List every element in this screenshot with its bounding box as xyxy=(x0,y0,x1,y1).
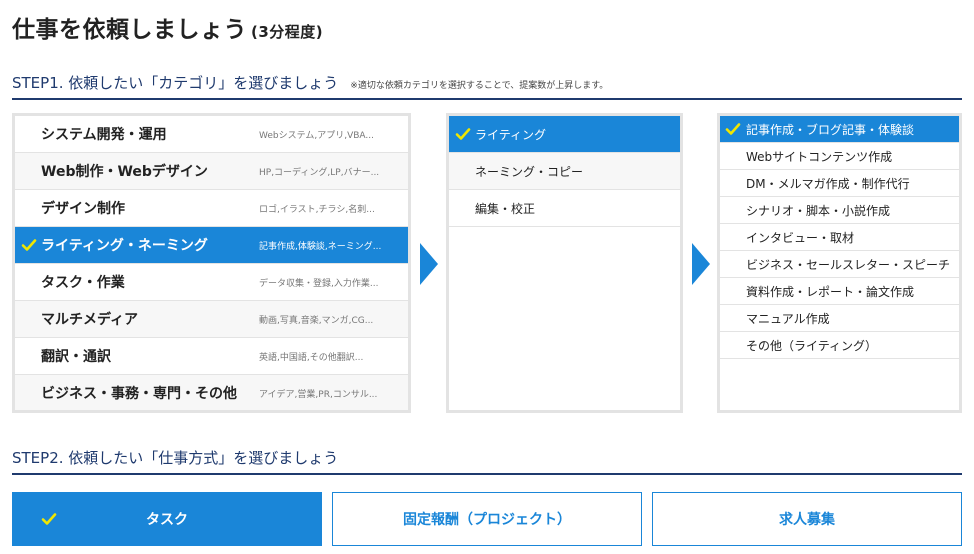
step1-label: STEP1. 依頼したい「カテゴリ」を選びましょう xyxy=(12,74,339,92)
category-name: マルチメディア xyxy=(41,312,139,328)
check-icon xyxy=(725,121,741,137)
subsubcategory-name: その他（ライティング） xyxy=(746,338,878,353)
method-label: 求人募集 xyxy=(779,512,835,528)
method-label: 固定報酬（プロジェクト） xyxy=(403,512,571,528)
category-name: 翻訳・通訳 xyxy=(41,349,111,365)
subcategory-panel: ライティング ネーミング・コピー 編集・校正 xyxy=(446,113,683,413)
subsubcategory-name: 記事作成・ブログ記事・体験談 xyxy=(746,122,915,137)
category-desc: Webシステム,アプリ,VBA... xyxy=(259,130,374,141)
subsubcategory-name: 資料作成・レポート・論文作成 xyxy=(746,284,915,299)
subsubcategory-name: ビジネス・セールスレター・スピーチ xyxy=(746,257,951,272)
subsubcategory-item[interactable]: その他（ライティング） xyxy=(720,332,959,359)
subcategory-name: ネーミング・コピー xyxy=(475,164,584,179)
category-desc: ロゴ,イラスト,チラシ,名刺... xyxy=(259,204,375,215)
category-name: ビジネス・事務・専門・その他 xyxy=(41,386,237,402)
subsubcategory-item[interactable]: インタビュー・取材 xyxy=(720,224,959,251)
subsubcategory-item[interactable]: マニュアル作成 xyxy=(720,305,959,332)
check-icon xyxy=(455,126,471,142)
subsubcategory-item[interactable]: シナリオ・脚本・小説作成 xyxy=(720,197,959,224)
category-item[interactable]: マルチメディア 動画,写真,音楽,マンガ,CG... xyxy=(15,301,408,338)
subcategory-item[interactable]: ライティング xyxy=(449,116,680,153)
method-task-button[interactable]: タスク xyxy=(12,492,322,546)
subsubcategory-item[interactable]: Webサイトコンテンツ作成 xyxy=(720,143,959,170)
subsubcategory-name: DM・メルマガ作成・制作代行 xyxy=(746,176,910,191)
page-title-text: 仕事を依頼しましょう xyxy=(12,17,247,43)
method-fixed-reward-button[interactable]: 固定報酬（プロジェクト） xyxy=(332,492,642,546)
check-icon xyxy=(41,511,57,527)
check-icon xyxy=(21,237,37,253)
page-title: 仕事を依頼しましょう (3分程度) xyxy=(12,10,323,44)
subsubcategory-item[interactable]: 記事作成・ブログ記事・体験談 xyxy=(720,116,959,143)
step1-heading: STEP1. 依頼したい「カテゴリ」を選びましょう ※適切な依頼カテゴリを選択する… xyxy=(12,72,962,100)
category-desc: アイデア,営業,PR,コンサル... xyxy=(259,389,378,400)
arrow-right-icon xyxy=(420,243,438,285)
category-item[interactable]: デザイン制作 ロゴ,イラスト,チラシ,名刺... xyxy=(15,190,408,227)
subcategory-item[interactable]: ネーミング・コピー xyxy=(449,153,680,190)
subsubcategory-name: インタビュー・取材 xyxy=(746,230,855,245)
subsubcategory-item[interactable]: ビジネス・セールスレター・スピーチ xyxy=(720,251,959,278)
step2-label: STEP2. 依頼したい「仕事方式」を選びましょう xyxy=(12,449,339,467)
subsubcategory-name: Webサイトコンテンツ作成 xyxy=(746,149,893,164)
step1-note: ※適切な依頼カテゴリを選択することで、提案数が上昇します。 xyxy=(350,81,609,91)
step2-heading: STEP2. 依頼したい「仕事方式」を選びましょう xyxy=(12,447,962,475)
subcategory-item[interactable]: 編集・校正 xyxy=(449,190,680,227)
category-item[interactable]: Web制作・Webデザイン HP,コーディング,LP,バナー... xyxy=(15,153,408,190)
subcategory-name: 編集・校正 xyxy=(475,201,536,216)
category-name: ライティング・ネーミング xyxy=(41,238,208,254)
arrow-right-icon xyxy=(692,243,710,285)
category-name: タスク・作業 xyxy=(41,275,125,291)
category-desc: 英語,中国語,その他翻訳... xyxy=(259,352,364,363)
method-label: タスク xyxy=(146,512,188,528)
category-desc: HP,コーディング,LP,バナー... xyxy=(259,167,380,178)
category-desc: 動画,写真,音楽,マンガ,CG... xyxy=(259,315,374,326)
method-recruitment-button[interactable]: 求人募集 xyxy=(652,492,962,546)
subsubcategory-name: シナリオ・脚本・小説作成 xyxy=(746,203,891,218)
category-item[interactable]: ビジネス・事務・専門・その他 アイデア,営業,PR,コンサル... xyxy=(15,375,408,410)
subsubcategory-item[interactable]: DM・メルマガ作成・制作代行 xyxy=(720,170,959,197)
category-item[interactable]: タスク・作業 データ収集・登録,入力作業... xyxy=(15,264,408,301)
category-desc: データ収集・登録,入力作業... xyxy=(259,278,379,289)
subsubcategory-panel: 記事作成・ブログ記事・体験談 Webサイトコンテンツ作成 DM・メルマガ作成・制… xyxy=(717,113,962,413)
category-item[interactable]: システム開発・運用 Webシステム,アプリ,VBA... xyxy=(15,116,408,153)
subsubcategory-name: マニュアル作成 xyxy=(746,311,830,326)
category-desc: 記事作成,体験談,ネーミング... xyxy=(259,241,382,252)
category-name: システム開発・運用 xyxy=(41,127,167,143)
subcategory-name: ライティング xyxy=(475,127,547,142)
category-item[interactable]: ライティング・ネーミング 記事作成,体験談,ネーミング... xyxy=(15,227,408,264)
category-panel: システム開発・運用 Webシステム,アプリ,VBA... Web制作・Webデザイ… xyxy=(12,113,411,413)
subsubcategory-item[interactable]: 資料作成・レポート・論文作成 xyxy=(720,278,959,305)
page-title-subtitle: (3分程度) xyxy=(251,23,324,41)
category-name: Web制作・Webデザイン xyxy=(41,164,208,180)
category-item[interactable]: 翻訳・通訳 英語,中国語,その他翻訳... xyxy=(15,338,408,375)
category-name: デザイン制作 xyxy=(41,201,125,217)
